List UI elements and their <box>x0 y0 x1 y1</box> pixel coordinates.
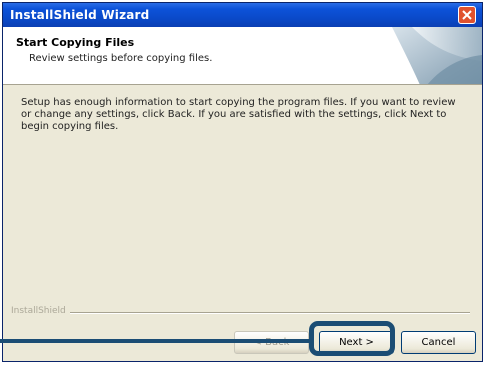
cancel-button[interactable]: Cancel <box>401 331 476 354</box>
footer-brand: InstallShield <box>11 306 70 316</box>
header-subtitle: Review settings before copying files. <box>29 53 213 64</box>
installer-window: InstallShield Wizard Start Copying Files… <box>2 2 483 362</box>
window-title: InstallShield Wizard <box>10 8 150 22</box>
next-button-highlight <box>309 321 395 356</box>
close-icon <box>462 10 472 20</box>
body-message: Setup has enough information to start co… <box>21 97 456 132</box>
footer-separator <box>11 312 470 314</box>
callout-pointer-line <box>0 339 309 343</box>
wizard-header: Start Copying Files Review settings befo… <box>3 27 482 85</box>
close-button[interactable] <box>458 6 476 24</box>
header-title: Start Copying Files <box>16 36 135 49</box>
wizard-graphic-icon <box>372 27 482 84</box>
title-bar[interactable]: InstallShield Wizard <box>3 3 482 27</box>
